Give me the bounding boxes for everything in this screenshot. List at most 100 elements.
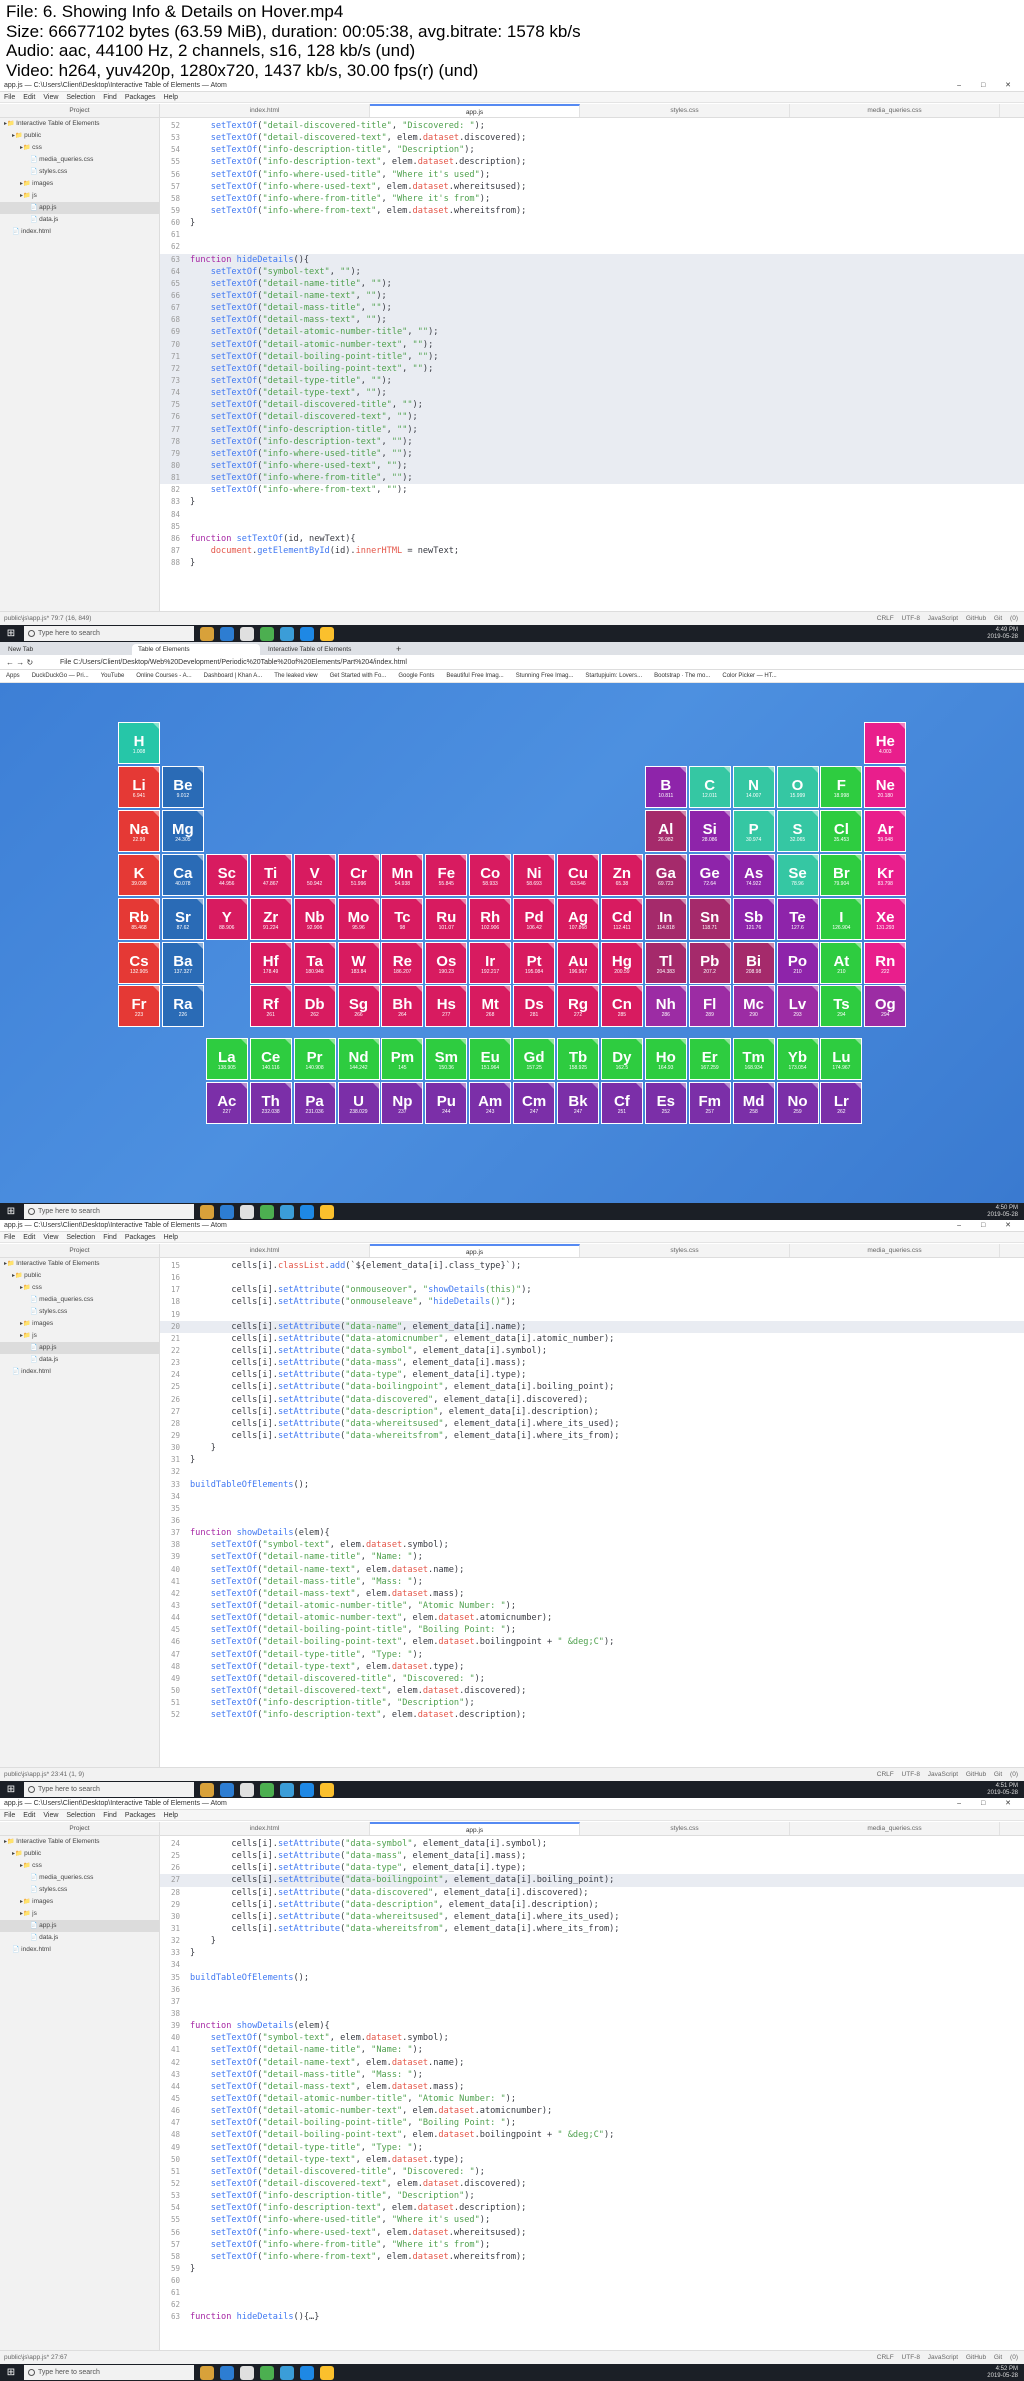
atom-icon[interactable] [300, 626, 314, 641]
address-bar[interactable]: ← → ↻ File C:/Users/Client/Desktop/Web%20… [0, 655, 1024, 670]
element-cell[interactable]: Pm 145 [381, 1038, 424, 1081]
element-cell[interactable]: Ds 281 [513, 985, 556, 1028]
vscode-icon[interactable] [280, 626, 294, 641]
taskbar-search-input[interactable]: Type here to search [24, 2365, 194, 2380]
tree-item[interactable]: 📄 media_queries.css [0, 1294, 159, 1306]
bookmark-item[interactable]: Startupjuim: Lovers... [585, 673, 642, 679]
tree-item[interactable]: ▸📁 js [0, 1330, 159, 1342]
menu-item-edit[interactable]: Edit [23, 1812, 35, 1819]
app-icon[interactable] [260, 626, 274, 641]
app-icon[interactable] [260, 2365, 274, 2380]
element-cell[interactable]: Hs 277 [425, 985, 468, 1028]
element-cell[interactable]: O 15.999 [776, 765, 819, 808]
element-cell[interactable]: Pu 244 [425, 1082, 468, 1125]
element-cell[interactable]: Ga 69.723 [644, 853, 687, 896]
browser-tab[interactable]: New Tab [2, 644, 130, 655]
element-cell[interactable]: Ar 39.948 [864, 809, 907, 852]
element-cell[interactable]: Pt 195.084 [513, 941, 556, 984]
menu-item-view[interactable]: View [43, 1234, 58, 1241]
element-cell[interactable]: Sr 87.62 [161, 897, 204, 940]
element-cell[interactable]: Pa 231.036 [293, 1082, 336, 1125]
element-cell[interactable]: Ag 107.868 [557, 897, 599, 940]
element-cell[interactable]: Og 294 [864, 985, 907, 1028]
element-cell[interactable]: S 32.065 [776, 809, 819, 852]
element-cell[interactable]: Mc 290 [732, 985, 775, 1028]
tree-item[interactable]: ▸📁 js [0, 1908, 159, 1920]
element-cell[interactable]: Kr 83.798 [864, 853, 907, 896]
bookmark-item[interactable]: Google Fonts [398, 673, 434, 679]
editor-tab[interactable]: app.js [370, 1822, 580, 1835]
element-cell[interactable]: Fe 55.845 [425, 853, 468, 896]
element-cell[interactable]: Sb 121.76 [732, 897, 775, 940]
element-cell[interactable]: Cs 132.905 [118, 941, 160, 984]
tree-item[interactable]: 📄 data.js [0, 214, 159, 226]
tree-item[interactable]: ▸📁 css [0, 1860, 159, 1872]
element-cell[interactable]: Si 28.086 [688, 809, 731, 852]
app-icon[interactable] [260, 1204, 274, 1219]
tree-item[interactable]: ▸📁 Interactive Table of Elements [0, 1258, 159, 1270]
element-cell[interactable]: Na 22.99 [118, 809, 160, 852]
tree-item[interactable]: 📄 media_queries.css [0, 154, 159, 166]
element-cell[interactable]: Ir 192.217 [469, 941, 512, 984]
element-cell[interactable]: Sm 150.36 [425, 1038, 468, 1081]
element-cell[interactable]: Dy 162.5 [600, 1038, 643, 1081]
element-cell[interactable]: Se 78.96 [776, 853, 819, 896]
element-cell[interactable]: V 50.942 [293, 853, 336, 896]
element-cell[interactable]: Th 232.038 [249, 1082, 292, 1125]
element-cell[interactable]: Te 127.6 [776, 897, 819, 940]
tree-item[interactable]: ▸📁 css [0, 142, 159, 154]
mail-icon[interactable] [220, 626, 234, 641]
element-cell[interactable]: Po 210 [776, 941, 819, 984]
menu-item-selection[interactable]: Selection [66, 1812, 95, 1819]
windows-start-icon[interactable]: ⊞ [4, 1783, 18, 1797]
bookmark-item[interactable]: Color Picker — HT... [722, 673, 776, 679]
element-cell[interactable]: Y 88.906 [205, 897, 248, 940]
vscode-icon[interactable] [280, 1782, 294, 1797]
menu-item-find[interactable]: Find [103, 94, 117, 101]
code-area[interactable]: 24 cells[i].setAttribute("data-symbol", … [160, 1836, 1024, 2324]
mail-icon[interactable] [220, 1782, 234, 1797]
tree-item[interactable]: ▸📁 public [0, 130, 159, 142]
element-cell[interactable]: Re 186.207 [381, 941, 424, 984]
element-cell[interactable]: Tb 158.925 [557, 1038, 599, 1081]
element-cell[interactable]: Mg 24.305 [161, 809, 204, 852]
element-cell[interactable]: Ce 140.116 [249, 1038, 292, 1081]
tree-item[interactable]: ▸📁 images [0, 1318, 159, 1330]
element-cell[interactable]: Nb 92.906 [293, 897, 336, 940]
bookmark-item[interactable]: Dashboard | Khan A... [204, 673, 263, 679]
element-cell[interactable]: Ho 164.93 [644, 1038, 687, 1081]
element-cell[interactable]: Zr 91.224 [249, 897, 292, 940]
menu-item-packages[interactable]: Packages [125, 94, 156, 101]
taskbar-search-input[interactable]: Type here to search [24, 1204, 194, 1219]
menu-item-packages[interactable]: Packages [125, 1812, 156, 1819]
element-cell[interactable]: Fl 289 [688, 985, 731, 1028]
element-cell[interactable]: Ge 72.64 [688, 853, 731, 896]
window-controls[interactable]: – □ ✕ [957, 1798, 1020, 1810]
windows-start-icon[interactable]: ⊞ [4, 1205, 18, 1219]
menu-item-view[interactable]: View [43, 94, 58, 101]
element-cell[interactable]: Lr 262 [820, 1082, 863, 1125]
element-cell[interactable]: Ca 40.078 [161, 853, 204, 896]
element-cell[interactable]: Bh 264 [381, 985, 424, 1028]
bookmark-item[interactable]: Online Courses - A... [136, 673, 191, 679]
element-cell[interactable]: Ac 227 [205, 1082, 248, 1125]
element-cell[interactable]: Tl 204.383 [644, 941, 687, 984]
editor-tab[interactable]: app.js [370, 1244, 580, 1257]
menu-item-packages[interactable]: Packages [125, 1234, 156, 1241]
element-cell[interactable]: Pd 106.42 [513, 897, 556, 940]
element-cell[interactable]: Os 190.23 [425, 941, 468, 984]
element-cell[interactable]: Md 258 [732, 1082, 775, 1125]
bookmark-item[interactable]: Beautiful Free Imag... [446, 673, 503, 679]
windows-start-icon[interactable]: ⊞ [4, 2366, 18, 2380]
tree-item[interactable]: ▸📁 public [0, 1848, 159, 1860]
tree-item[interactable]: 📄 styles.css [0, 1884, 159, 1896]
element-cell[interactable]: Cr 51.996 [337, 853, 380, 896]
element-cell[interactable]: Lv 293 [776, 985, 819, 1028]
editor-tab[interactable]: app.js [370, 104, 580, 117]
element-cell[interactable]: Ts 294 [820, 985, 863, 1028]
mail-icon[interactable] [220, 2365, 234, 2380]
element-cell[interactable]: Au 196.967 [557, 941, 599, 984]
menu-item-view[interactable]: View [43, 1812, 58, 1819]
taskbar-search-input[interactable]: Type here to search [24, 1782, 194, 1797]
bookmark-item[interactable]: Stunning Free Imag... [516, 673, 574, 679]
